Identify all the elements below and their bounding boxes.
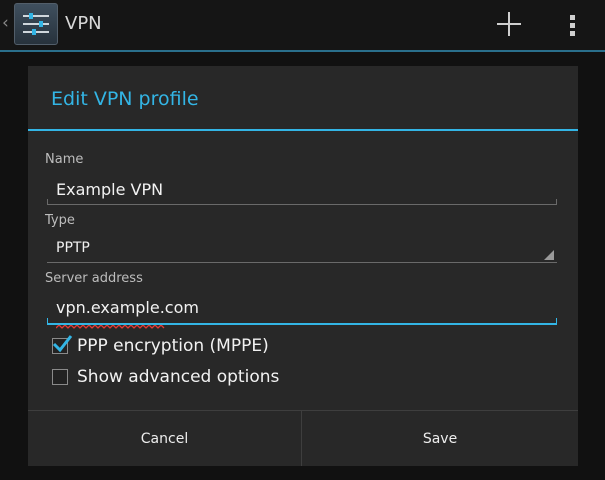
spinner-arrow-icon[interactable]: [544, 250, 554, 260]
server-underline-tick-left: [47, 318, 48, 324]
overflow-menu-icon[interactable]: [566, 13, 580, 39]
ppp-encryption-checkbox[interactable]: [52, 335, 73, 354]
server-address-label: Server address: [45, 271, 143, 286]
dialog-title: Edit VPN profile: [51, 88, 199, 110]
name-underline-tick-right: [556, 199, 557, 205]
app-title: VPN: [65, 13, 102, 34]
cancel-button[interactable]: Cancel: [28, 411, 301, 466]
show-advanced-label[interactable]: Show advanced options: [77, 367, 279, 387]
edit-vpn-dialog: Edit VPN profile Name Example VPN Type P…: [28, 66, 578, 466]
vpn-settings-icon[interactable]: [14, 3, 58, 45]
ppp-encryption-label[interactable]: PPP encryption (MPPE): [77, 336, 269, 356]
checkmark-icon: [52, 335, 73, 353]
type-label: Type: [45, 213, 75, 228]
title-divider: [28, 129, 578, 131]
name-underline: [47, 204, 557, 205]
show-advanced-checkbox[interactable]: [52, 369, 68, 385]
server-address-underline: [47, 323, 557, 325]
spellcheck-underline: [56, 325, 165, 329]
name-label: Name: [45, 152, 84, 167]
type-underline: [47, 262, 557, 263]
add-icon[interactable]: [496, 11, 522, 37]
up-caret-icon[interactable]: ‹: [2, 13, 9, 33]
server-address-input[interactable]: vpn.example.com: [56, 298, 199, 317]
server-underline-tick-right: [556, 318, 557, 324]
name-input[interactable]: Example VPN: [56, 180, 163, 199]
type-spinner[interactable]: PPTP: [56, 240, 90, 256]
save-button[interactable]: Save: [302, 411, 578, 466]
action-bar: ‹ VPN: [0, 0, 605, 50]
name-underline-tick-left: [47, 199, 48, 205]
